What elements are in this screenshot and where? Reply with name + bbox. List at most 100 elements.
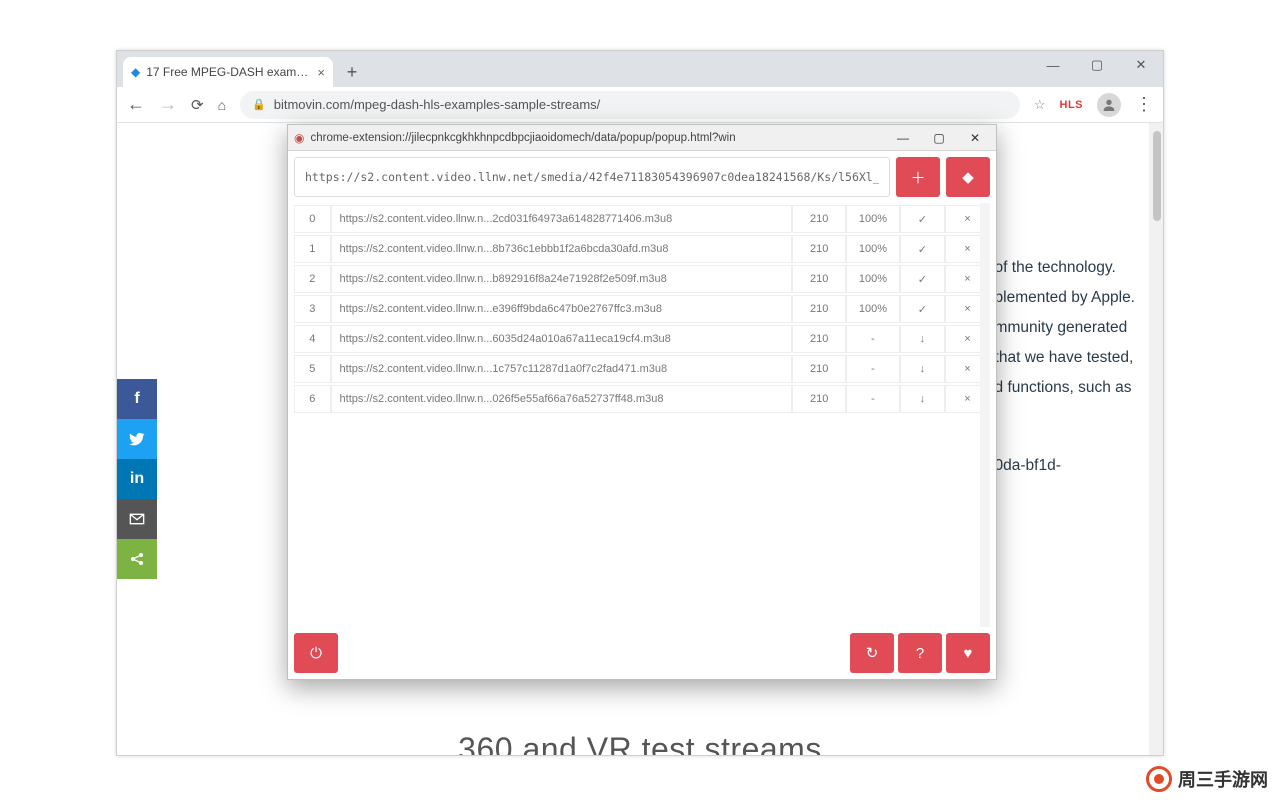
row-index: 4 (294, 325, 331, 353)
popup-minimize-button[interactable]: — (888, 131, 918, 145)
tab-bar: ◆ 17 Free MPEG-DASH example an × + (117, 51, 1163, 87)
plus-icon: ＋ (910, 167, 925, 188)
home-button[interactable]: ⌂ (218, 97, 226, 113)
page-paragraph: of the technology. plemented by Apple. m… (995, 253, 1135, 481)
refresh-icon: ↻ (866, 644, 879, 662)
row-size: 210 (792, 385, 846, 413)
share-email-button[interactable] (117, 499, 157, 539)
minimize-button[interactable]: — (1031, 51, 1075, 79)
table-row: 1https://s2.content.video.llnw.n...8b736… (294, 235, 990, 263)
row-url[interactable]: https://s2.content.video.llnw.n...8b736c… (331, 235, 793, 263)
row-size: 210 (792, 355, 846, 383)
popup-titlebar: ◉ chrome-extension://jilecpnkcgkhkhnpcdb… (288, 125, 996, 151)
profile-avatar[interactable] (1097, 93, 1121, 117)
table-row: 2https://s2.content.video.llnw.n...b8929… (294, 265, 990, 293)
page-scrollbar[interactable] (1149, 123, 1163, 755)
forward-button[interactable]: → (159, 94, 177, 115)
watermark-logo-icon (1146, 766, 1172, 792)
back-button[interactable]: ← (127, 94, 145, 115)
power-icon: ⏻ (310, 645, 322, 662)
row-percent: - (846, 325, 900, 353)
popup-close-button[interactable]: ✕ (960, 131, 990, 145)
new-tab-button[interactable]: + (339, 59, 365, 85)
row-size: 210 (792, 325, 846, 353)
favorite-button[interactable]: ♥ (946, 633, 990, 673)
row-percent: 100% (846, 295, 900, 323)
row-status-icon[interactable]: ✓ (900, 235, 945, 263)
row-status-icon[interactable]: ✓ (900, 265, 945, 293)
heart-icon: ♥ (964, 645, 973, 662)
window-controls: — ▢ ✕ (1031, 51, 1163, 79)
table-row: 0https://s2.content.video.llnw.n...2cd03… (294, 205, 990, 233)
row-size: 210 (792, 265, 846, 293)
url-input[interactable]: 🔒 bitmovin.com/mpeg-dash-hls-examples-sa… (240, 91, 1020, 119)
table-row: 6https://s2.content.video.llnw.n...026f5… (294, 385, 990, 413)
watermark: 周三手游网 (1146, 766, 1268, 792)
social-share-rail: f in (117, 379, 157, 579)
row-index: 5 (294, 355, 331, 383)
table-row: 3https://s2.content.video.llnw.n...e396f… (294, 295, 990, 323)
row-percent: - (846, 385, 900, 413)
row-index: 2 (294, 265, 331, 293)
clear-button[interactable]: ◆ (946, 157, 990, 197)
share-linkedin-button[interactable]: in (117, 459, 157, 499)
star-icon[interactable]: ☆ (1034, 97, 1046, 113)
row-index: 0 (294, 205, 331, 233)
favicon-icon: ◆ (131, 65, 140, 79)
stream-list: 0https://s2.content.video.llnw.n...2cd03… (294, 203, 990, 627)
hls-extension-badge[interactable]: HLS (1060, 99, 1084, 111)
maximize-button[interactable]: ▢ (1075, 51, 1119, 79)
popup-favicon-icon: ◉ (294, 131, 304, 145)
popup-maximize-button[interactable]: ▢ (924, 131, 954, 145)
row-percent: - (846, 355, 900, 383)
section-heading: 360 and VR test streams (117, 731, 1163, 755)
reload-button[interactable]: ⟳ (191, 96, 204, 114)
eraser-icon: ◆ (962, 168, 974, 186)
power-button[interactable]: ⏻ (294, 633, 338, 673)
row-status-icon[interactable]: ✓ (900, 295, 945, 323)
menu-icon[interactable]: ⋮ (1135, 94, 1153, 115)
extension-popup-window: ◉ chrome-extension://jilecpnkcgkhkhnpcdb… (287, 124, 997, 680)
row-size: 210 (792, 205, 846, 233)
list-scrollbar[interactable] (980, 203, 990, 627)
refresh-button[interactable]: ↻ (850, 633, 894, 673)
table-row: 5https://s2.content.video.llnw.n...1c757… (294, 355, 990, 383)
stream-url-input[interactable] (294, 157, 890, 197)
url-text: bitmovin.com/mpeg-dash-hls-examples-samp… (274, 97, 601, 112)
row-status-icon[interactable]: ↓ (900, 325, 945, 353)
row-url[interactable]: https://s2.content.video.llnw.n...2cd031… (331, 205, 793, 233)
browser-tab[interactable]: ◆ 17 Free MPEG-DASH example an × (123, 57, 333, 87)
row-percent: 100% (846, 235, 900, 263)
help-button[interactable]: ? (898, 633, 942, 673)
lock-icon: 🔒 (252, 98, 266, 111)
tab-close-icon[interactable]: × (317, 65, 325, 80)
row-url[interactable]: https://s2.content.video.llnw.n...b89291… (331, 265, 793, 293)
table-row: 4https://s2.content.video.llnw.n...6035d… (294, 325, 990, 353)
row-size: 210 (792, 295, 846, 323)
address-bar: ← → ⟳ ⌂ 🔒 bitmovin.com/mpeg-dash-hls-exa… (117, 87, 1163, 123)
popup-footer: ⏻ ↻ ? ♥ (294, 633, 990, 673)
row-percent: 100% (846, 205, 900, 233)
url-input-row: ＋ ◆ (294, 157, 990, 197)
close-button[interactable]: ✕ (1119, 51, 1163, 79)
row-index: 6 (294, 385, 331, 413)
row-status-icon[interactable]: ✓ (900, 205, 945, 233)
row-index: 3 (294, 295, 331, 323)
row-url[interactable]: https://s2.content.video.llnw.n...6035d2… (331, 325, 793, 353)
row-url[interactable]: https://s2.content.video.llnw.n...1c757c… (331, 355, 793, 383)
tab-title: 17 Free MPEG-DASH example an (146, 65, 311, 79)
watermark-text: 周三手游网 (1178, 766, 1268, 792)
row-status-icon[interactable]: ↓ (900, 385, 945, 413)
share-facebook-button[interactable]: f (117, 379, 157, 419)
share-twitter-button[interactable] (117, 419, 157, 459)
row-size: 210 (792, 235, 846, 263)
row-url[interactable]: https://s2.content.video.llnw.n...026f5e… (331, 385, 793, 413)
popup-title-text: chrome-extension://jilecpnkcgkhkhnpcdbpc… (310, 132, 882, 144)
row-percent: 100% (846, 265, 900, 293)
question-icon: ? (916, 645, 924, 662)
add-button[interactable]: ＋ (896, 157, 940, 197)
share-more-button[interactable] (117, 539, 157, 579)
row-url[interactable]: https://s2.content.video.llnw.n...e396ff… (331, 295, 793, 323)
row-status-icon[interactable]: ↓ (900, 355, 945, 383)
row-index: 1 (294, 235, 331, 263)
